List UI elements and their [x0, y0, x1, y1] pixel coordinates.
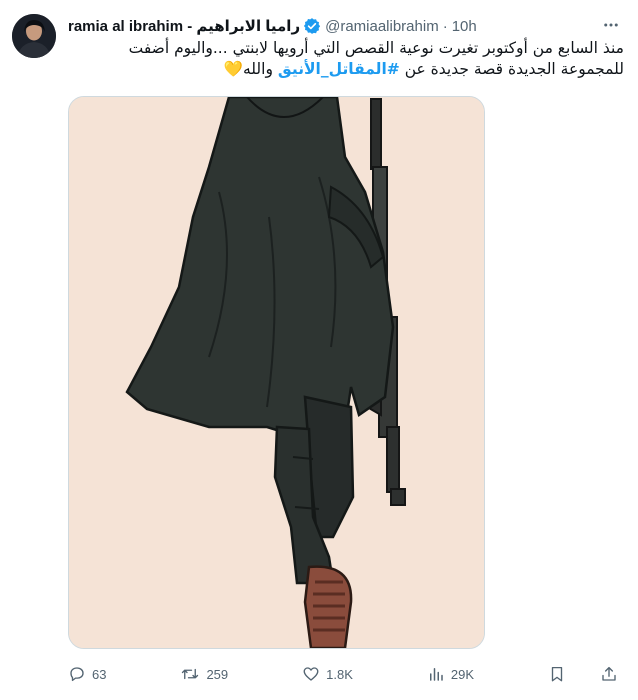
tweet-text: منذ السابع من أوكتوبر تغيرت نوعية القصص … [68, 38, 624, 80]
reply-button[interactable]: 63 [68, 665, 106, 683]
tweet-line-2-text: للمجموعة الجديدة قصة جديدة عن [404, 60, 624, 78]
hashtag-link[interactable]: #المقاتل_الأنيق [278, 60, 400, 78]
reply-icon [70, 667, 84, 682]
verified-badge-icon [303, 17, 321, 35]
action-bar-right [548, 665, 624, 683]
tweet-image[interactable] [68, 96, 485, 649]
views-icon [429, 668, 443, 681]
tweet-line-1: منذ السابع من أوكتوبر تغيرت نوعية القصص … [128, 39, 624, 57]
avatar[interactable] [12, 14, 56, 58]
post-time[interactable]: 10h [452, 18, 477, 35]
boot [303, 565, 353, 648]
repost-count: 259 [206, 666, 229, 682]
views-button[interactable]: 29K [427, 665, 474, 683]
reply-count: 63 [92, 666, 107, 682]
more-options-button[interactable] [598, 14, 624, 36]
fighter-illustration [69, 97, 484, 648]
like-button[interactable]: 1.8K [302, 665, 353, 683]
bookmark-icon [551, 666, 563, 682]
author-handle[interactable]: @ramiaalibrahim [325, 18, 439, 35]
repost-button[interactable]: 259 [180, 665, 228, 683]
more-dots-icon [604, 23, 618, 27]
author-name[interactable]: ramia al ibrahim - راميا الابراهيم [68, 17, 300, 35]
tweet-header: ramia al ibrahim - راميا الابراهيم @rami… [68, 15, 588, 37]
yellow-heart-icon: 💛 [223, 60, 243, 78]
like-count: 1.8K [326, 666, 353, 682]
profile-photo [12, 14, 56, 58]
heart-icon [303, 667, 319, 681]
bookmark-button[interactable] [548, 665, 572, 683]
action-bar: 63 259 1.8K 29K [68, 662, 624, 686]
share-icon [602, 666, 616, 681]
tweet-line-2-end: والله [242, 60, 273, 78]
share-button[interactable] [600, 665, 624, 683]
separator-dot: · [442, 17, 448, 35]
views-count: 29K [450, 666, 475, 682]
tweet-line-2: للمجموعة الجديدة قصة جديدة عن #المقاتل_ا… [68, 59, 624, 80]
repost-icon [182, 668, 199, 680]
